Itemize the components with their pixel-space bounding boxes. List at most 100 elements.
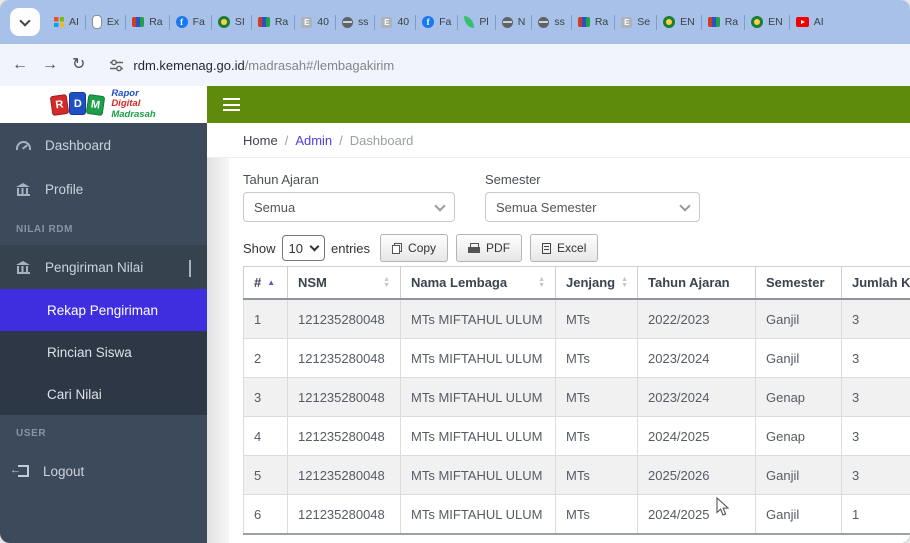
cell: MTs	[555, 494, 638, 535]
browser-tab[interactable]: 40	[375, 0, 415, 44]
tahun-ajaran-select[interactable]: Semua	[243, 192, 455, 222]
column-header-jumlah-kelas[interactable]: Jumlah Kelas	[841, 266, 910, 300]
browser-tab[interactable]: ss	[532, 0, 571, 44]
breadcrumb: Home / Admin / Dashboard	[207, 123, 910, 158]
sidebar-item-logout[interactable]: Logout	[0, 449, 207, 493]
tab-title: N	[517, 16, 526, 28]
button-label: Excel	[557, 241, 587, 255]
sidebar-item-rekap-pengiriman[interactable]: Rekap Pengiriman	[0, 289, 207, 331]
column-header-nsm[interactable]: NSM ▲ ▼	[287, 266, 401, 300]
forward-button[interactable]: →	[42, 57, 58, 73]
browser-tab[interactable]: N	[496, 0, 532, 44]
globe-icon	[538, 16, 550, 28]
sidebar-item-rincian-siswa[interactable]: Rincian Siswa	[0, 331, 207, 373]
browser-tab[interactable]: SI	[212, 0, 251, 44]
pdf-button[interactable]: PDF	[456, 234, 523, 262]
column-header--[interactable]: # ▲	[243, 266, 288, 300]
entries-per-page-select[interactable]: 10	[281, 235, 325, 261]
sidebar-item-cari-nilai[interactable]: Cari Nilai	[0, 373, 207, 415]
logo-letter-m: M	[86, 93, 106, 117]
rdm-icon	[257, 17, 270, 27]
cell: Ganjil	[755, 298, 842, 339]
browser-tab[interactable]: Fa	[416, 0, 457, 44]
grey-e-icon	[381, 16, 393, 28]
excel-button[interactable]: Excel	[530, 234, 599, 262]
address-bar[interactable]: rdm.kemenag.go.id/madrasah#/lembagakirim	[99, 50, 898, 80]
browser-tab[interactable]: 40	[295, 0, 335, 44]
cell: MTs	[555, 377, 638, 417]
logo-letter-r: R	[50, 93, 70, 117]
tab-title: Ra	[274, 16, 289, 28]
cell: 6	[243, 494, 288, 535]
entries-value: 10	[288, 240, 303, 256]
tab-title: Fa	[192, 16, 205, 28]
cell: MTs	[555, 455, 638, 495]
reload-button[interactable]: ↻	[72, 57, 85, 73]
column-header-semester[interactable]: Semester	[755, 266, 842, 300]
tab-title: Fa	[439, 16, 452, 28]
rdm-icon	[577, 17, 590, 27]
browser-tab[interactable]: Fa	[170, 0, 211, 44]
chevron-down-icon	[434, 199, 446, 212]
cell: 121235280048	[287, 416, 401, 456]
sidebar-item-pengiriman-nilai[interactable]: Pengiriman Nilai	[0, 245, 207, 289]
browser-tab[interactable]: EN	[745, 0, 789, 44]
browser-tab[interactable]: Pl	[458, 0, 494, 44]
cell: 2023/2024	[637, 377, 756, 417]
column-label: Semester	[766, 275, 825, 290]
column-label: Jumlah Kelas	[852, 275, 910, 290]
cell: MTs MIFTAHUL ULUM	[400, 455, 556, 495]
cell: MTs MIFTAHUL ULUM	[400, 377, 556, 417]
copy-button[interactable]: Copy	[380, 234, 449, 262]
breadcrumb-home[interactable]: Home	[243, 133, 278, 148]
cell: 3	[243, 377, 288, 417]
show-label: Show	[243, 240, 276, 256]
logout-icon	[10, 464, 29, 477]
logo-letter-d: D	[69, 92, 87, 115]
site-settings-icon[interactable]	[109, 58, 124, 73]
browser-tab[interactable]: Ex	[86, 0, 125, 44]
browser-tab[interactable]: Ra	[252, 0, 294, 44]
sidebar-item-label: Rincian Siswa	[47, 344, 132, 360]
browser-tab[interactable]: EN	[657, 0, 701, 44]
tab-title: ss	[554, 16, 565, 28]
breadcrumb-admin-link[interactable]: Admin	[295, 133, 332, 148]
tab-title: 40	[317, 16, 329, 28]
browser-tab[interactable]: AI	[790, 0, 830, 44]
grey-e-icon	[621, 16, 633, 28]
cell: 2022/2023	[637, 298, 756, 339]
cell: 1	[243, 298, 288, 339]
facebook-icon	[175, 16, 188, 28]
cell: 121235280048	[287, 377, 401, 417]
chevron-down-icon	[19, 14, 31, 27]
breadcrumb-current: Dashboard	[349, 132, 414, 148]
sidebar-item-label: Rekap Pengiriman	[47, 302, 159, 318]
app-header: R D M Rapor Digital Madrasah	[0, 86, 910, 123]
cell: 121235280048	[287, 298, 401, 339]
sidebar-item-profile[interactable]: Profile	[0, 167, 207, 211]
url-text: rdm.kemenag.go.id/madrasah#/lembagakirim	[133, 58, 394, 73]
browser-tab[interactable]: Se	[615, 0, 656, 44]
column-header-nama-lembaga[interactable]: Nama Lembaga ▲ ▼	[400, 266, 556, 300]
column-header-jenjang[interactable]: Jenjang ▲ ▼	[555, 266, 638, 300]
sidebar-item-dashboard[interactable]: Dashboard	[0, 123, 207, 167]
column-header-tahun-ajaran[interactable]: Tahun Ajaran	[637, 266, 756, 300]
browser-tab[interactable]: Ra	[702, 0, 744, 44]
back-button[interactable]: ←	[12, 57, 28, 73]
browser-tab[interactable]: ss	[336, 0, 375, 44]
rdm-logo[interactable]: R D M Rapor Digital Madrasah	[0, 86, 207, 123]
cell: MTs	[555, 338, 638, 378]
browser-tabs: AI Ex Ra Fa SI Ra 40 ss 40 Fa Pl Nss Ra Se EN Ra EN AI	[48, 0, 910, 44]
browser-tab[interactable]: Ra	[572, 0, 614, 44]
table-row: 1 121235280048 MTs MIFTAHUL ULUM MTs 2022/20…	[243, 298, 910, 339]
tab-title: ss	[357, 16, 369, 28]
tab-title: Ra	[724, 16, 739, 28]
semester-select[interactable]: Semua Semester	[485, 192, 700, 222]
tab-search-button[interactable]	[10, 8, 40, 36]
cell: 3	[841, 377, 910, 417]
browser-tab[interactable]: AI	[48, 0, 85, 44]
kemenag-icon	[751, 16, 764, 28]
cell: 3	[841, 338, 910, 378]
sidebar-toggle-button[interactable]	[223, 98, 240, 111]
browser-tab[interactable]: Ra	[126, 0, 168, 44]
